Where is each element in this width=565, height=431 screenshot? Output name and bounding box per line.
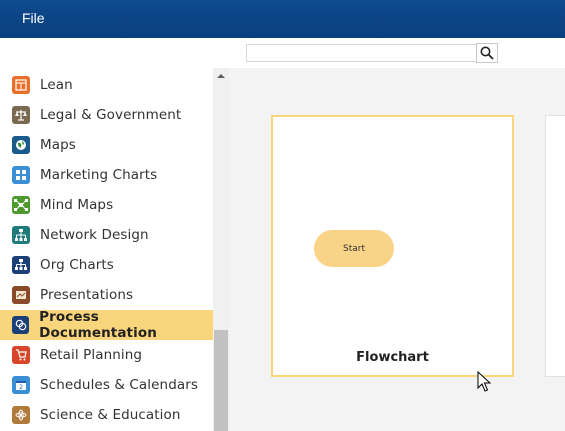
orgchart-icon bbox=[12, 256, 30, 274]
menu-bar: File bbox=[0, 0, 565, 38]
sidebar-item-label: Presentations bbox=[40, 287, 134, 303]
sidebar-item-science-education[interactable]: Science & Education bbox=[0, 400, 213, 430]
sidebar-item-label: Maps bbox=[40, 137, 76, 153]
lean-icon bbox=[12, 76, 30, 94]
presentation-icon bbox=[12, 286, 30, 304]
calendar-icon: 2 bbox=[12, 376, 30, 394]
sidebar-item-process-documentation[interactable]: Process Documentation bbox=[0, 309, 213, 341]
search-icon bbox=[480, 46, 494, 60]
network-icon bbox=[12, 226, 30, 244]
sidebar-item-label: Legal & Government bbox=[40, 107, 182, 123]
mindmap-icon bbox=[12, 196, 30, 214]
sidebar-item-label: Mind Maps bbox=[40, 197, 114, 213]
sidebar-item-retail-planning[interactable]: Retail Planning bbox=[0, 340, 213, 370]
sidebar-scrollbar[interactable] bbox=[213, 68, 229, 431]
retail-icon bbox=[12, 346, 30, 364]
sidebar-item-mind-maps[interactable]: Mind Maps bbox=[0, 190, 213, 220]
sidebar-item-marketing-charts[interactable]: Marketing Charts bbox=[0, 160, 213, 190]
sidebar-item-lean[interactable]: Lean bbox=[0, 70, 213, 100]
grid-icon bbox=[12, 166, 30, 184]
sidebar-item-legal-government[interactable]: Legal & Government bbox=[0, 100, 213, 130]
template-title: Flowchart bbox=[356, 350, 429, 365]
template-card-flowchart[interactable]: Start Flowchart bbox=[271, 115, 514, 377]
atom-icon bbox=[12, 406, 30, 424]
mouse-pointer-icon bbox=[477, 371, 491, 392]
scales-icon bbox=[12, 106, 30, 124]
sidebar-item-label: Org Charts bbox=[40, 257, 114, 273]
sidebar-item-label: Schedules & Calendars bbox=[40, 377, 199, 393]
sidebar-item-maps[interactable]: Maps bbox=[0, 130, 213, 160]
template-card-next[interactable] bbox=[545, 115, 565, 377]
sidebar-item-label: Marketing Charts bbox=[40, 167, 158, 183]
process-doc-icon bbox=[12, 316, 30, 334]
sidebar-item-label: Process Documentation bbox=[39, 309, 157, 341]
sidebar-item-org-charts[interactable]: Org Charts bbox=[0, 250, 213, 280]
file-menu[interactable]: File bbox=[22, 10, 45, 26]
sidebar-item-label: Science & Education bbox=[40, 407, 181, 423]
category-sidebar: Lean Legal & Government Maps Marketing C… bbox=[0, 68, 229, 431]
search-button[interactable] bbox=[476, 43, 498, 63]
sidebar-item-label: Network Design bbox=[40, 227, 149, 243]
sidebar-item-label: Lean bbox=[40, 77, 73, 93]
globe-icon bbox=[12, 136, 30, 154]
svg-text:2: 2 bbox=[19, 384, 23, 391]
sidebar-item-label: Retail Planning bbox=[40, 347, 143, 363]
scroll-thumb[interactable] bbox=[214, 330, 228, 431]
search-input[interactable] bbox=[246, 44, 476, 62]
scroll-up-arrow-icon[interactable] bbox=[213, 68, 229, 84]
sidebar-item-presentations[interactable]: Presentations bbox=[0, 280, 213, 310]
sidebar-item-schedules-calendars[interactable]: 2 Schedules & Calendars bbox=[0, 370, 213, 400]
sidebar-item-network-design[interactable]: Network Design bbox=[0, 220, 213, 250]
start-shape: Start bbox=[314, 230, 394, 267]
